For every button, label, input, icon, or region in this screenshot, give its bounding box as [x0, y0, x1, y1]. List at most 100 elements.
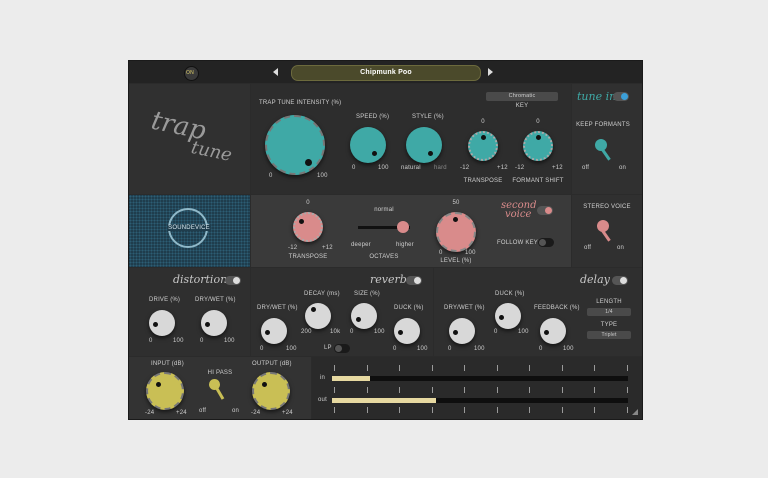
- meter-tick: [399, 387, 400, 393]
- dist-drywet-knob[interactable]: [201, 310, 227, 336]
- distortion-toggle[interactable]: [225, 276, 241, 285]
- delay-title: delay: [580, 273, 610, 286]
- intensity-knob[interactable]: [265, 115, 325, 175]
- reverb-toggle[interactable]: [406, 276, 422, 285]
- length-select[interactable]: 1/4: [587, 308, 631, 316]
- transpose-top: 0: [481, 119, 485, 125]
- feedback-knob[interactable]: [540, 318, 566, 344]
- out-meter: [332, 398, 628, 403]
- sv-transpose-min: -12: [288, 245, 298, 251]
- next-preset-icon[interactable]: [488, 68, 493, 76]
- meter-tick: [399, 407, 400, 413]
- transpose-knob[interactable]: [468, 131, 498, 161]
- reverb-drywet-knob[interactable]: [261, 318, 287, 344]
- length-value: 1/4: [605, 309, 613, 315]
- decay-min: 200: [301, 329, 312, 335]
- meter-tick: [561, 387, 563, 393]
- follow-key-toggle[interactable]: [538, 238, 554, 247]
- style-max: hard: [434, 165, 447, 171]
- in-meter-label: in: [320, 375, 326, 381]
- intensity-label: TRAP TUNE INTENSITY (%): [259, 100, 342, 106]
- brand-name: SOUNDEVICE: [167, 225, 211, 231]
- delay-drywet-min: 0: [448, 346, 452, 352]
- tune-in-toggle[interactable]: [613, 92, 629, 101]
- reverb-drywet-max: 100: [286, 346, 297, 352]
- size-max: 100: [374, 329, 385, 335]
- stereo-on: on: [617, 245, 625, 251]
- formant-top: 0: [536, 119, 540, 125]
- preset-display[interactable]: Chipmunk Poo: [291, 65, 481, 81]
- meter-tick: [366, 365, 368, 371]
- feedback-max: 100: [563, 346, 574, 352]
- meter-tick: [594, 407, 595, 413]
- size-label: SIZE (%): [354, 291, 380, 297]
- out-meter-label: out: [318, 397, 327, 403]
- reverb-duck-knob[interactable]: [394, 318, 420, 344]
- meter-tick: [529, 407, 530, 413]
- out-meter-fill: [332, 398, 436, 403]
- level-knob[interactable]: [436, 212, 476, 252]
- size-knob[interactable]: [351, 303, 377, 329]
- size-min: 0: [350, 329, 354, 335]
- delay-drywet-knob[interactable]: [449, 318, 475, 344]
- key-select[interactable]: Chromatic: [486, 92, 558, 101]
- type-select[interactable]: Triplet: [587, 331, 631, 339]
- meter-tick: [594, 387, 595, 393]
- speed-knob[interactable]: [350, 127, 386, 163]
- drive-knob[interactable]: [149, 310, 175, 336]
- speed-max: 100: [378, 165, 389, 171]
- meter-tick: [464, 407, 465, 413]
- meter-tick: [431, 387, 433, 393]
- decay-knob[interactable]: [305, 303, 331, 329]
- meter-tick: [431, 407, 433, 413]
- plugin-window: ON Chipmunk Poo trap tune SOUNDEVICE TRA…: [128, 60, 643, 420]
- octaves-normal: normal: [374, 207, 394, 213]
- meter-tick: [626, 387, 628, 393]
- style-knob[interactable]: [406, 127, 442, 163]
- keep-formants-on: on: [619, 165, 627, 171]
- hipass-label: HI PASS: [207, 370, 233, 376]
- octaves-higher: higher: [396, 242, 414, 248]
- second-voice-title-2: voice: [505, 209, 532, 220]
- keep-formants-label: KEEP FORMANTS: [576, 122, 630, 128]
- level-max: 100: [465, 250, 476, 256]
- formant-knob[interactable]: [523, 131, 553, 161]
- meter-tick: [529, 387, 530, 393]
- level-top: 50: [452, 200, 460, 206]
- preset-name: Chipmunk Poo: [360, 69, 412, 76]
- type-label: TYPE: [600, 322, 618, 328]
- output-knob[interactable]: [252, 372, 290, 410]
- follow-key-label: FOLLOW KEY: [497, 240, 539, 246]
- meter-tick: [626, 407, 628, 413]
- delay-duck-max: 100: [518, 329, 529, 335]
- delay-drywet-label: DRY/WET (%): [444, 305, 485, 311]
- meter-tick: [626, 365, 628, 371]
- sv-transpose-knob[interactable]: [293, 212, 323, 242]
- prev-preset-icon[interactable]: [273, 68, 278, 76]
- lp-toggle[interactable]: [334, 344, 350, 353]
- second-voice-toggle[interactable]: [537, 206, 553, 215]
- octaves-deeper: deeper: [351, 242, 371, 248]
- octaves-label: OCTAVES: [369, 254, 399, 260]
- stereo-voice-label: STEREO VOICE: [583, 204, 631, 210]
- feedback-label: FEEDBACK (%): [534, 305, 580, 311]
- key-value: Chromatic: [508, 93, 536, 99]
- delay-toggle[interactable]: [612, 276, 628, 285]
- delay-duck-knob[interactable]: [495, 303, 521, 329]
- reverb-title: reverb: [370, 273, 407, 286]
- distortion-title: distortion: [173, 273, 228, 286]
- sv-transpose-max: +12: [322, 245, 333, 251]
- meter-panel: [312, 357, 642, 419]
- power-button[interactable]: ON: [184, 66, 199, 81]
- formant-label: FORMANT SHIFT: [512, 178, 564, 184]
- meter-tick: [334, 365, 335, 371]
- output-label: OUTPUT (dB): [252, 361, 292, 367]
- on-label: ON: [186, 70, 194, 76]
- octaves-thumb[interactable]: [397, 221, 409, 233]
- formant-min: -12: [515, 165, 525, 171]
- input-knob[interactable]: [146, 372, 184, 410]
- meter-tick: [464, 365, 465, 371]
- sv-transpose-top: 0: [306, 200, 310, 206]
- resize-grip-icon[interactable]: [632, 409, 638, 415]
- drive-max: 100: [173, 338, 184, 344]
